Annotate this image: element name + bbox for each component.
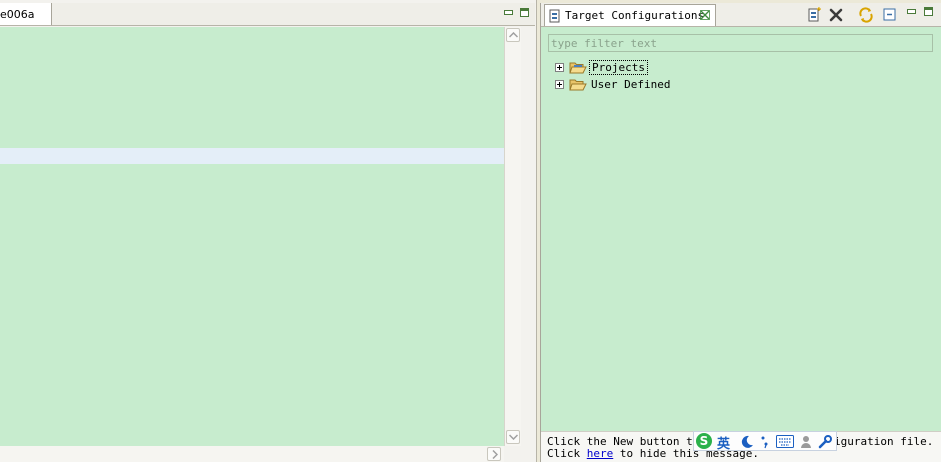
hide-message-link[interactable]: here (587, 447, 614, 460)
expand-icon[interactable] (555, 63, 564, 72)
close-icon[interactable] (700, 10, 710, 20)
info-message-text-tail: iguration file. (834, 435, 934, 448)
view-maximize-button[interactable] (924, 7, 933, 16)
collapse-all-button[interactable] (882, 7, 898, 23)
view-minimize-button[interactable] (906, 7, 916, 16)
target-configurations-view: Target Configurations type filter text P… (540, 3, 941, 462)
folder-open-icon (569, 79, 587, 91)
new-target-configuration-button[interactable] (806, 7, 822, 23)
chevron-down-icon (509, 434, 518, 440)
ime-logo-icon[interactable]: S (696, 433, 712, 449)
new-config-icon (808, 7, 821, 22)
wrench-icon[interactable] (818, 435, 832, 449)
current-line-highlight (0, 148, 504, 164)
info-message-prefix: Click (547, 447, 587, 460)
scroll-right-arrow[interactable] (487, 447, 501, 461)
refresh-button[interactable] (858, 7, 874, 23)
editor-tab[interactable]: e006a (0, 3, 52, 25)
chevron-up-icon (509, 32, 518, 38)
tree-item-label: Projects (589, 60, 648, 75)
expand-icon[interactable] (555, 80, 564, 89)
ime-language-toggle[interactable]: 英 (717, 433, 730, 452)
delete-icon (829, 8, 843, 22)
view-tab-title: Target Configurations (565, 9, 705, 22)
editor-minimize-button[interactable] (503, 8, 513, 17)
editor-maximize-button[interactable] (520, 8, 529, 17)
ime-toolbar[interactable]: S 英 (693, 431, 837, 452)
target-config-icon (549, 9, 560, 23)
keyboard-icon[interactable] (776, 435, 794, 448)
scroll-up-arrow[interactable] (506, 28, 520, 42)
collapse-all-icon (883, 8, 896, 21)
editor-vertical-scrollbar[interactable] (504, 27, 521, 446)
folder-open-icon (569, 62, 587, 74)
refresh-icon (859, 7, 873, 23)
tree-item-label: User Defined (591, 78, 671, 91)
delete-button[interactable] (828, 7, 844, 23)
chevron-right-icon (492, 450, 498, 459)
view-header: Target Configurations (541, 3, 941, 27)
target-configurations-tab[interactable]: Target Configurations (544, 4, 716, 26)
editor-horizontal-scrollbar[interactable] (0, 446, 504, 462)
editor-tab-bar: e006a (0, 3, 535, 26)
editor-pane: e006a (0, 0, 537, 462)
moon-icon[interactable] (740, 435, 754, 449)
editor-tab-label: e006a (0, 8, 35, 21)
scroll-down-arrow[interactable] (506, 430, 520, 444)
editor-text-area[interactable] (0, 27, 504, 446)
punctuation-icon[interactable] (760, 435, 770, 449)
user-icon[interactable] (800, 435, 812, 449)
filter-input[interactable] (548, 34, 933, 52)
